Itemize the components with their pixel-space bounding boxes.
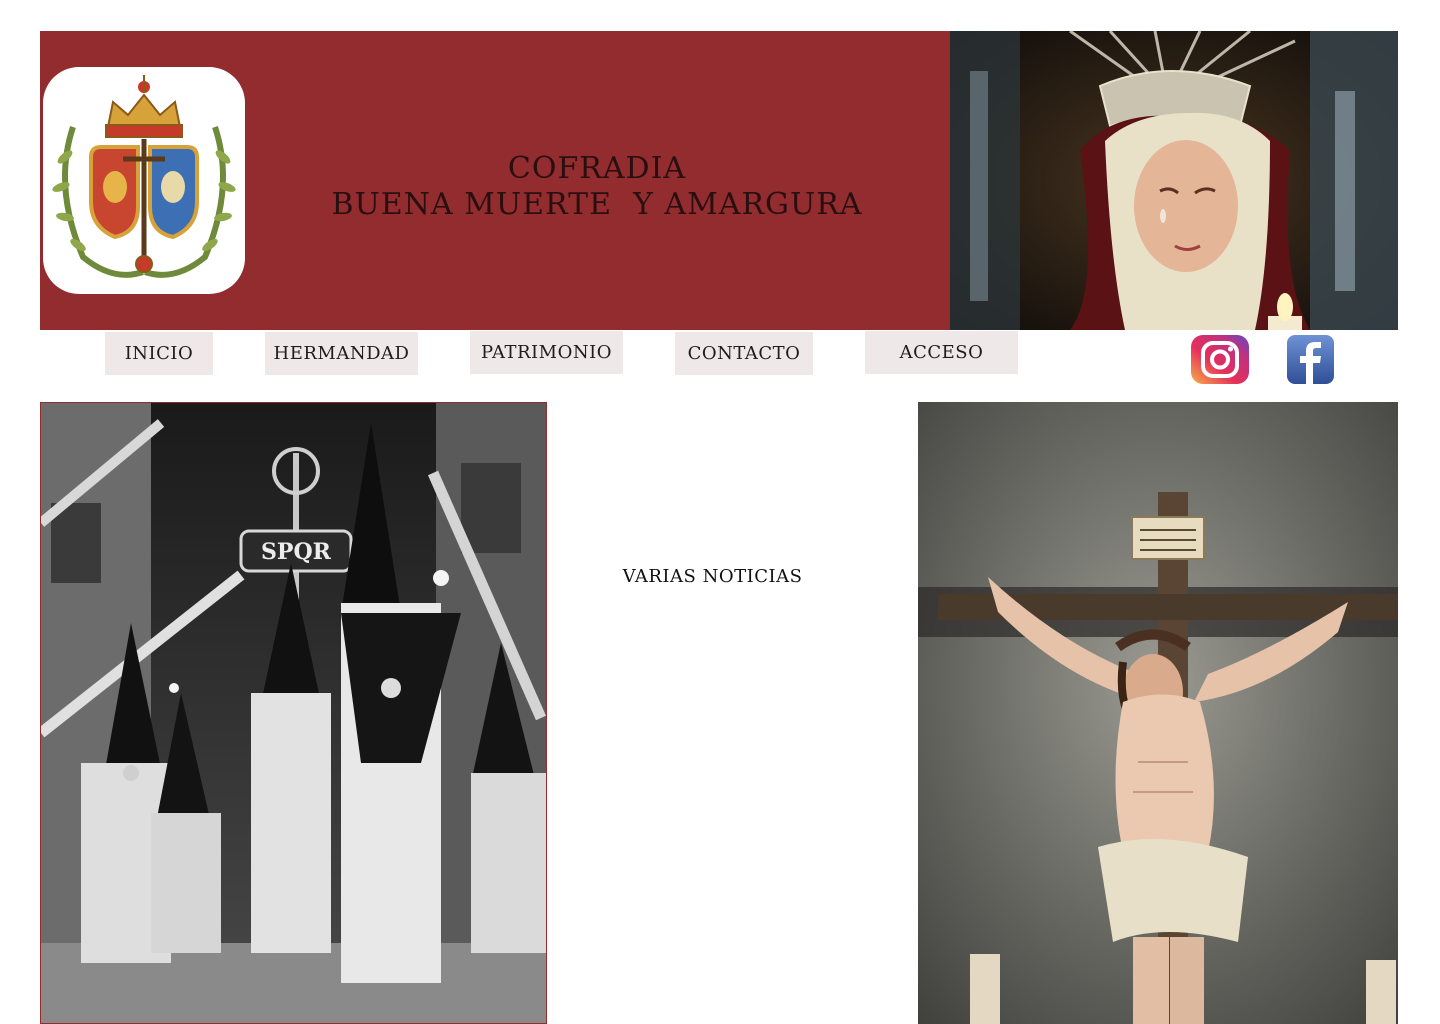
nav-inicio[interactable]: INICIO: [105, 332, 213, 375]
coat-of-arms-icon: [52, 75, 236, 278]
page: COFRADIA BUENA MUERTE Y AMARGURA INICIO …: [0, 0, 1440, 1024]
site-title-line1: COFRADIA: [507, 151, 687, 186]
site-title-line2: BUENA MUERTE Y AMARGURA: [331, 187, 863, 222]
news-heading: VARIAS NOTICIAS: [622, 566, 803, 587]
procession-photo-icon: SPQR: [41, 403, 546, 1023]
svg-text:SPQR: SPQR: [261, 539, 332, 565]
site-title: COFRADIA BUENA MUERTE Y AMARGURA: [290, 151, 904, 223]
nav-hermandad[interactable]: HERMANDAD: [265, 332, 418, 375]
crucifix-photo-icon: [918, 402, 1398, 1024]
instagram-icon[interactable]: [1191, 335, 1249, 384]
procession-photo: SPQR: [40, 402, 547, 1024]
christ-photo: [918, 402, 1398, 1024]
nav-patrimonio[interactable]: PATRIMONIO: [470, 331, 623, 374]
header-banner: COFRADIA BUENA MUERTE Y AMARGURA: [40, 31, 950, 330]
hero-image: [950, 31, 1398, 330]
facebook-icon[interactable]: [1287, 335, 1334, 384]
nav-contacto[interactable]: CONTACTO: [675, 332, 813, 375]
logo[interactable]: [43, 67, 245, 294]
virgin-photo-icon: [950, 31, 1398, 330]
nav-acceso[interactable]: ACCESO: [865, 331, 1018, 374]
